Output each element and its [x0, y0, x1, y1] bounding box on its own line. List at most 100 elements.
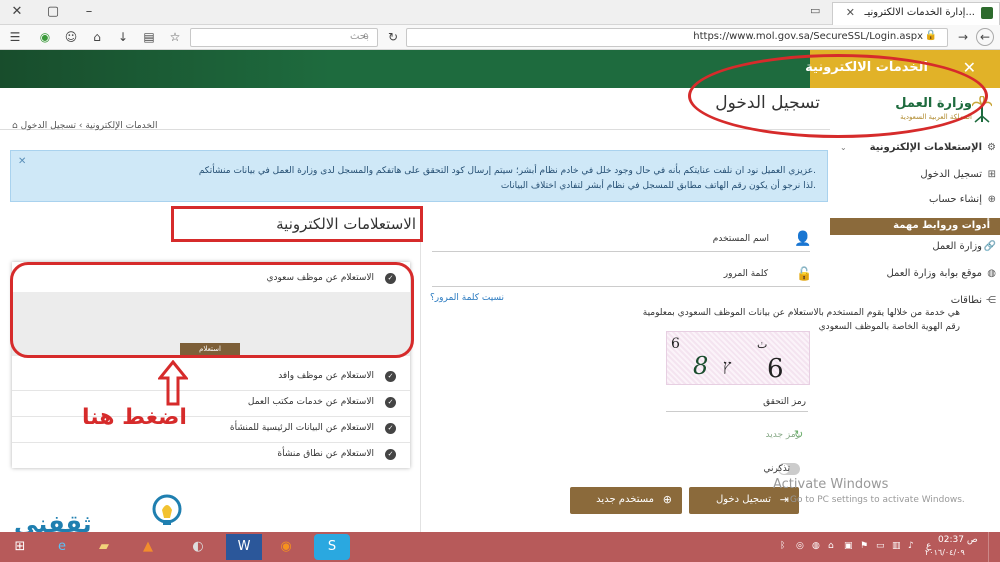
flag-icon[interactable]: ⚑: [860, 541, 868, 551]
tab-close-icon[interactable]: ✕: [846, 6, 855, 19]
check-circle-icon: ✓: [385, 423, 396, 434]
notice-banner: [10, 150, 828, 202]
annotation-oval-header: [688, 54, 988, 138]
login-button-label: تسجيل دخول: [716, 494, 771, 505]
captcha-char: 6: [767, 354, 784, 384]
captcha-char: ץ: [723, 356, 732, 375]
network-icon[interactable]: ▥: [892, 541, 901, 551]
extension-icon[interactable]: ◉: [36, 28, 54, 46]
captcha-image: 6 8 ץ 6 ٺ: [666, 331, 810, 385]
bookmark-star-icon[interactable]: ☆: [166, 28, 184, 46]
tools-header: أدوات وروابط مهمة: [893, 220, 990, 231]
breadcrumb[interactable]: ⌂ الخدمات الإلكترونية › تسجيل الدخول: [12, 121, 157, 131]
password-label: كلمة المرور: [723, 269, 768, 279]
address-bar[interactable]: https://www.mol.gov.sa/SecureSSL/Login.a…: [406, 28, 948, 47]
tray-app-icon[interactable]: ▣: [844, 541, 853, 551]
tray-app-icon[interactable]: ◎: [796, 541, 804, 551]
captcha-char: ٺ: [757, 338, 768, 351]
download-icon[interactable]: ↓: [114, 28, 132, 46]
clock-date[interactable]: ٢٠١٦/٠٤/٠٩: [925, 548, 965, 557]
check-circle-icon: ✓: [385, 449, 396, 460]
username-input[interactable]: [432, 251, 810, 252]
browser-toolbar: ☰ ◉ ☺ ⌂ ↓ ▤ ☆ بحث ⌕ ↻ https://www.mol.go…: [0, 25, 1000, 50]
captcha-char: 8: [693, 352, 709, 380]
new-user-button[interactable]: مستخدم جديد ⊕: [570, 487, 682, 514]
notice-line-2: لذا نرجو أن يكون رقم الهاتف مطابق للمسجل…: [500, 181, 816, 191]
reload-icon[interactable]: ↻: [384, 28, 402, 46]
inquiry-label: الاستعلام عن نطاق منشأة: [277, 449, 374, 459]
sidebar-item-login[interactable]: تسجيل الدخول: [920, 169, 982, 180]
sidebar-link-nitaqat[interactable]: نطاقات: [951, 295, 982, 306]
vlc-icon[interactable]: ▲: [130, 534, 166, 560]
smiley-icon[interactable]: ☺: [62, 28, 80, 46]
home-icon: ⌂: [12, 121, 21, 131]
gear-icon: ⚙: [987, 142, 996, 153]
battery-icon[interactable]: ▭: [876, 541, 885, 551]
forward-icon[interactable]: →: [954, 28, 972, 46]
word-icon[interactable]: W: [226, 534, 262, 560]
forgot-password-link[interactable]: نسيت كلمة المرور؟: [430, 293, 504, 303]
close-window-button[interactable]: ✕: [0, 0, 34, 24]
inquiry-item-expat-employee[interactable]: الاستعلام عن موظف وافد ✓: [12, 364, 410, 391]
sidebar-item-register[interactable]: إنشاء حساب: [929, 194, 982, 205]
maximize-window-button[interactable]: ▢: [36, 0, 70, 24]
new-code-link[interactable]: رمز جديد: [765, 430, 800, 440]
inquiry-description: هي خدمة من خلالها يقوم المستخدم بالاستعل…: [642, 308, 960, 332]
menu-icon[interactable]: ☰: [6, 28, 24, 46]
lightbulb-icon: [152, 494, 182, 525]
captcha-char: 6: [671, 336, 680, 352]
password-input[interactable]: [432, 286, 810, 287]
minimize-window-button[interactable]: –: [72, 0, 106, 24]
sidebar-link-ministry[interactable]: وزارة العمل: [932, 241, 982, 252]
annotation-oval-inquiry: [10, 262, 414, 358]
new-tab-button[interactable]: ▭: [810, 4, 830, 20]
firefox-icon[interactable]: ◉: [268, 534, 304, 560]
tab-title: إدارة الخدمات الالكترونيـ...: [864, 7, 975, 18]
chevron-down-icon[interactable]: ⌄: [840, 143, 847, 152]
sidebar-item-inquiries[interactable]: الإستعلامات الإلكترونية: [870, 142, 982, 153]
skype-icon[interactable]: S: [314, 534, 350, 560]
volume-icon[interactable]: ♪: [908, 541, 914, 551]
sidebar-link-portal[interactable]: موقع بوابة وزارة العمل: [886, 268, 982, 279]
up-arrow-icon: [158, 360, 188, 406]
ie-icon[interactable]: e: [44, 534, 80, 560]
share-icon: ⋲: [986, 295, 996, 306]
bluetooth-icon[interactable]: ᛒ: [780, 541, 785, 551]
file-explorer-icon[interactable]: ▰: [86, 534, 122, 560]
start-button[interactable]: ⊞: [2, 534, 38, 560]
check-circle-icon: ✓: [385, 397, 396, 408]
activate-windows-subtitle: Go to PC settings to activate Windows.: [790, 495, 965, 505]
activate-windows-title: Activate Windows: [773, 477, 889, 492]
new-user-button-label: مستخدم جديد: [596, 494, 654, 505]
clipboard-icon[interactable]: ▤: [140, 28, 158, 46]
clock-time[interactable]: 02:37 ص: [938, 535, 978, 545]
plus-circle-icon: ⊕: [987, 194, 996, 205]
tray-app-icon[interactable]: ⌂: [828, 541, 834, 551]
annotation-press-here: اضغط هنا: [82, 405, 187, 430]
url-text: https://www.mol.gov.sa/SecureSSL/Login.a…: [693, 31, 923, 42]
check-circle-icon: ✓: [385, 371, 396, 382]
browser-search-input[interactable]: بحث ⌕: [190, 28, 378, 47]
username-label: اسم المستخدم: [712, 234, 769, 244]
captcha-input[interactable]: [666, 411, 808, 412]
show-desktop-button[interactable]: [988, 532, 1000, 562]
globe-icon: ◍: [987, 268, 996, 279]
banner-close-icon[interactable]: ✕: [18, 156, 26, 167]
inquiry-item-labor-office[interactable]: الاستعلام عن خدمات مكتب العمل ✓: [12, 390, 410, 417]
inquiries-title: الاستعلامات الالكترونية: [276, 215, 416, 233]
tray-app-icon[interactable]: ◍: [812, 541, 820, 551]
notice-line-1: عزيزي العميل نود ان نلفت عنايتكم بأنه في…: [198, 166, 816, 176]
inquiry-item-establishment-data[interactable]: الاستعلام عن البيانات الرئيسية للمنشأة ✓: [12, 416, 410, 443]
back-icon[interactable]: ←: [976, 28, 994, 46]
home-icon[interactable]: ⌂: [88, 28, 106, 46]
header-bar: [0, 50, 810, 88]
inquiry-item-nitaq[interactable]: الاستعلام عن نطاق منشأة ✓: [12, 442, 410, 468]
link-icon: 🔗: [983, 241, 996, 252]
inquiry-label: الاستعلام عن البيانات الرئيسية للمنشأة: [229, 423, 374, 433]
breadcrumb-text[interactable]: الخدمات الإلكترونية › تسجيل الدخول: [21, 121, 158, 131]
login-icon: ⊞: [987, 169, 996, 180]
search-icon[interactable]: ⌕: [363, 30, 369, 41]
captcha-label: رمز التحقق: [763, 397, 806, 407]
media-icon[interactable]: ◐: [180, 534, 216, 560]
browser-tab[interactable]: ✕ إدارة الخدمات الالكترونيـ...: [832, 2, 1000, 25]
